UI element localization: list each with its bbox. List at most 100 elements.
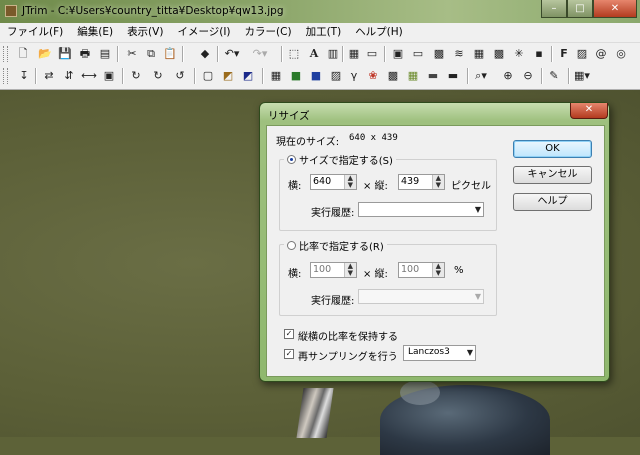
film-icon[interactable]: ▭ (364, 46, 380, 62)
size-height-value[interactable]: 439 (399, 175, 432, 189)
spinner-arrows-icon[interactable]: ▲ ▼ (343, 263, 356, 277)
rotate-180-icon[interactable]: ↻ (150, 68, 166, 84)
ok-button[interactable]: OK (513, 140, 592, 158)
toolbar-separator (122, 68, 124, 84)
resize-icon[interactable]: ▥ (325, 46, 341, 62)
text-icon[interactable]: A (306, 46, 322, 62)
resize-box-icon[interactable]: ▣ (101, 68, 117, 84)
resample-checkbox[interactable]: ✓ (284, 349, 294, 359)
resample-method-combo[interactable]: Lanczos3 ▼ (403, 345, 476, 361)
resample-method-value: Lanczos3 (408, 347, 450, 357)
negative-icon[interactable]: ◩ (240, 68, 256, 84)
save-icon[interactable]: 💾 (57, 46, 73, 62)
new-file-icon[interactable]: 🗋 (15, 46, 31, 62)
emboss-icon[interactable]: ▩ (491, 46, 507, 62)
palette-icon[interactable]: ▦ (268, 68, 284, 84)
paint-bucket-icon[interactable]: ◆ (197, 46, 213, 62)
toolbar-separator (217, 46, 219, 62)
gamma-icon[interactable]: γ (346, 68, 362, 84)
frame-icon[interactable]: ▭ (410, 46, 426, 62)
zoom-icon[interactable]: ⌕▾ (473, 68, 489, 84)
redeye-icon[interactable]: ◎ (613, 46, 629, 62)
tile-icon[interactable]: ▦▾ (574, 68, 590, 84)
resize-dialog: リサイズ ✕ 現在のサイズ: 640 x 439 サイズで指定する(S) 横: … (259, 102, 610, 382)
menu-image[interactable]: イメージ(I) (170, 23, 237, 42)
blur-icon[interactable]: ▦ (405, 68, 421, 84)
redo-icon[interactable]: ↷▾ (252, 46, 268, 62)
size-unit-label: ピクセル (451, 181, 491, 192)
contrast-icon[interactable]: ▬ (425, 68, 441, 84)
blue-icon[interactable]: ■ (308, 68, 324, 84)
ratio-history-combo[interactable]: ▼ (358, 289, 484, 304)
cut-icon[interactable]: ✂ (124, 46, 140, 62)
ratio-radio-button[interactable] (287, 241, 296, 250)
print-icon[interactable]: 🖶 (77, 46, 93, 62)
swirl-icon[interactable]: @ (593, 46, 609, 62)
pixel-icon[interactable]: ▦ (471, 46, 487, 62)
wave-icon[interactable]: ≋ (451, 46, 467, 62)
bevel-icon[interactable]: ▣ (390, 46, 406, 62)
eyedropper-icon[interactable]: ✎ (546, 68, 562, 84)
flip-h-icon[interactable]: ⇄ (41, 68, 57, 84)
size-radio-button[interactable] (287, 155, 296, 164)
picture-icon[interactable]: ▨ (328, 68, 344, 84)
zoom-out-icon[interactable]: ⊖ (520, 68, 536, 84)
rotate-270-icon[interactable]: ↺ (172, 68, 188, 84)
print-preview-icon[interactable]: ▤ (97, 46, 113, 62)
pixel2-icon[interactable]: ▪ (531, 46, 547, 62)
fade-icon[interactable]: ▨ (574, 46, 590, 62)
maximize-button[interactable]: □ (567, 0, 593, 18)
gradient-icon[interactable]: ■ (288, 68, 304, 84)
menu-color[interactable]: カラー(C) (238, 23, 299, 42)
menu-help[interactable]: ヘルプ(H) (348, 23, 410, 42)
ratio-height-value[interactable]: 100 (399, 263, 432, 277)
copy-icon[interactable]: ⧉ (143, 46, 159, 62)
undo-icon[interactable]: ↶▾ (224, 46, 240, 62)
ratio-width-spinner[interactable]: 100 ▲ ▼ (310, 262, 357, 278)
rgb-icon[interactable]: ❀ (365, 68, 381, 84)
zoom-in-icon[interactable]: ⊕ (500, 68, 516, 84)
size-history-combo[interactable]: ▼ (358, 202, 484, 217)
mosaic-icon[interactable]: ▩ (431, 46, 447, 62)
close-button[interactable]: ✕ (593, 0, 637, 18)
ratio-radio[interactable]: 比率で指定する(R) (284, 238, 387, 253)
size-height-spinner[interactable]: 439 ▲ ▼ (398, 174, 445, 190)
spinner-arrows-icon[interactable]: ▲ ▼ (343, 175, 356, 189)
ratio-width-value[interactable]: 100 (311, 263, 344, 277)
level-icon[interactable]: ▬ (445, 68, 461, 84)
minimize-button[interactable]: – (541, 0, 567, 18)
rotate-90-icon[interactable]: ↻ (128, 68, 144, 84)
crop-center-icon[interactable]: ⟷ (81, 68, 97, 84)
crop-icon[interactable]: ⬚ (286, 46, 302, 62)
star-icon[interactable]: ✳ (511, 46, 527, 62)
menu-process[interactable]: 加工(T) (299, 23, 349, 42)
spinner-arrows-icon[interactable]: ▲ ▼ (431, 175, 444, 189)
dialog-close-button[interactable]: ✕ (570, 103, 608, 119)
paste-icon[interactable]: 📋 (162, 46, 178, 62)
cancel-button[interactable]: キャンセル (513, 166, 592, 184)
keep-aspect-checkbox[interactable]: ✓ (284, 329, 294, 339)
spinner-arrows-icon[interactable]: ▲ ▼ (431, 263, 444, 277)
toolbar-separator (281, 46, 283, 62)
help-button[interactable]: ヘルプ (513, 193, 592, 211)
menu-edit[interactable]: 編集(E) (70, 23, 120, 42)
size-width-value[interactable]: 640 (311, 175, 344, 189)
bird-highlight (400, 380, 440, 405)
size-radio[interactable]: サイズで指定する(S) (284, 152, 396, 167)
fx-icon[interactable]: F (556, 46, 572, 62)
ratio-height-spinner[interactable]: 100 ▲ ▼ (398, 262, 445, 278)
menu-view[interactable]: 表示(V) (120, 23, 170, 42)
menu-file[interactable]: ファイル(F) (0, 23, 70, 42)
noise-icon[interactable]: ▩ (385, 68, 401, 84)
toolbar-separator (568, 68, 570, 84)
open-file-icon[interactable]: 📂 (37, 46, 53, 62)
rotate-left-icon[interactable]: ↧ (16, 68, 32, 84)
gray-icon[interactable]: ▢ (200, 68, 216, 84)
ratio-times-label: × 縦: (363, 269, 388, 280)
grid-icon[interactable]: ▦ (346, 46, 362, 62)
dropdown-arrow-icon: ▼ (466, 348, 473, 357)
size-times-label: × 縦: (363, 181, 388, 192)
flip-v-icon[interactable]: ⇵ (61, 68, 77, 84)
sepia-icon[interactable]: ◩ (220, 68, 236, 84)
size-width-spinner[interactable]: 640 ▲ ▼ (310, 174, 357, 190)
